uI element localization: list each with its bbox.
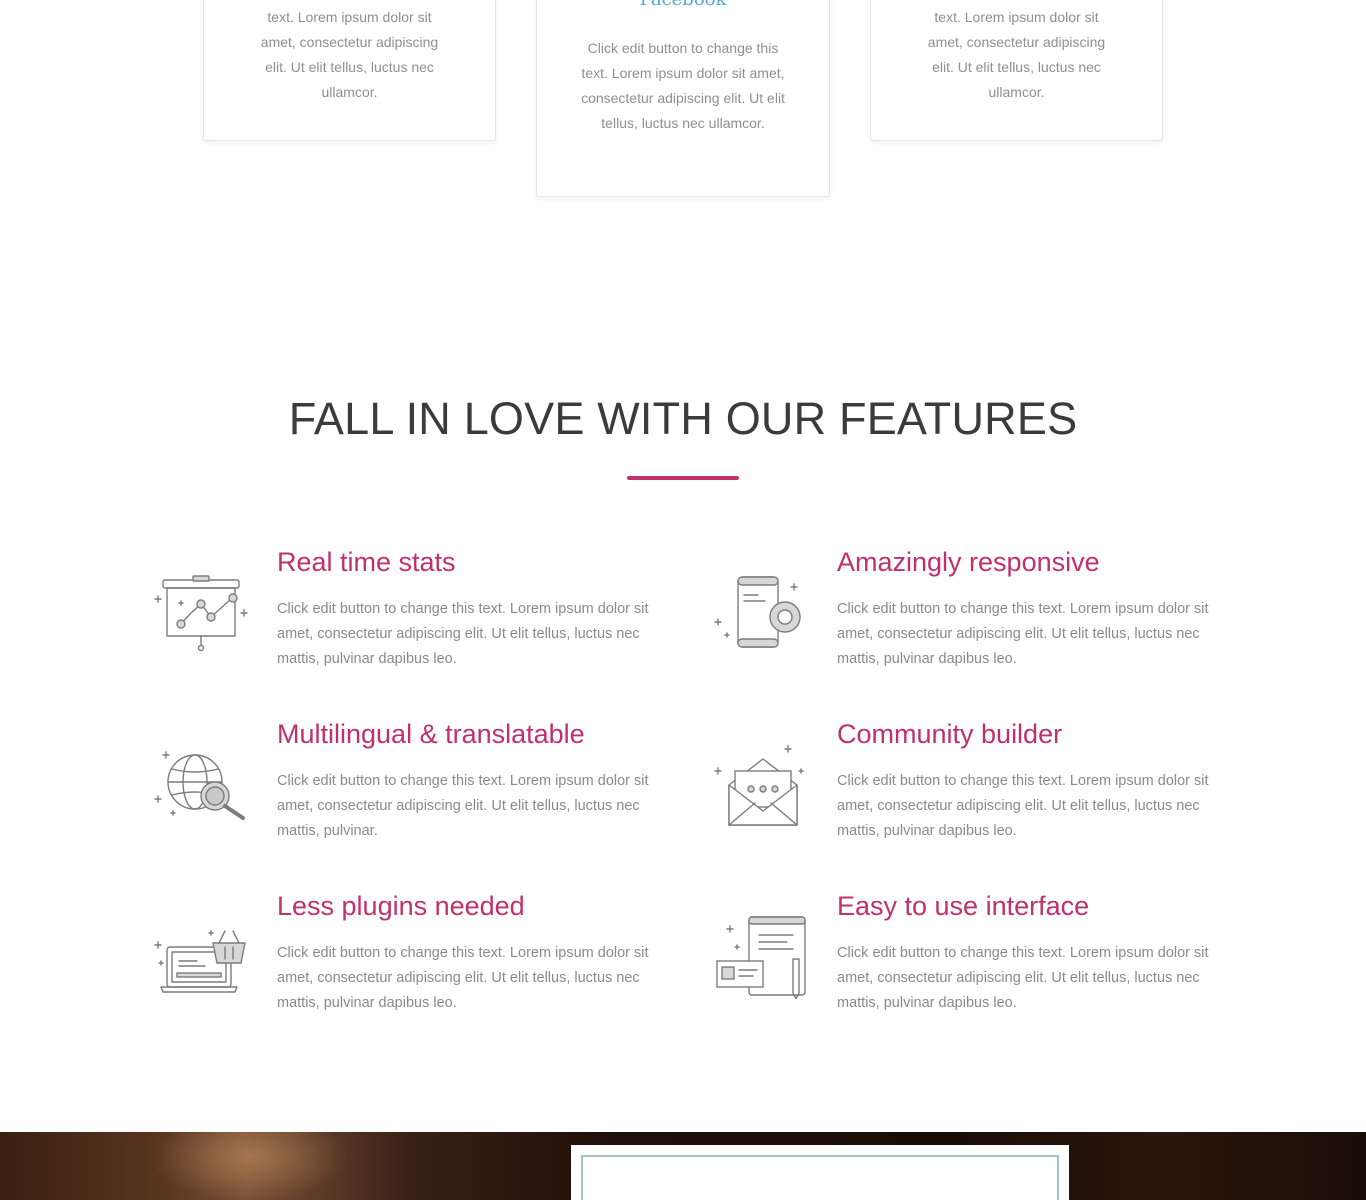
feature-title: Easy to use interface (837, 891, 1090, 921)
feature-item: Multilingual & translatable Click edit b… (153, 719, 673, 859)
presentation-chart-icon (153, 565, 253, 655)
feature-title: Real time stats (277, 547, 456, 577)
feature-item: Less plugins needed Click edit button to… (153, 891, 673, 1031)
feature-description: Click edit button to change this text. L… (837, 773, 1209, 839)
feature-description: Click edit button to change this text. L… (277, 945, 649, 1011)
heading-divider (627, 476, 739, 480)
features-heading: FALL IN LOVE WITH OUR FEATURES (288, 393, 1078, 444)
testimonial-text: text. Lorem ipsum dolor sit amet, consec… (927, 9, 1106, 100)
testimonial-card-center: Facebook Click edit button to change thi… (536, 0, 830, 197)
mobile-gear-icon (713, 565, 813, 655)
laptop-basket-icon (153, 909, 253, 999)
feature-item: Easy to use interface Click edit button … (713, 891, 1233, 1031)
next-section-background (0, 1132, 1366, 1200)
feature-description: Click edit button to change this text. L… (277, 773, 649, 839)
testimonial-card-left: text. Lorem ipsum dolor sit amet, consec… (203, 0, 496, 141)
feature-title: Amazingly responsive (837, 547, 1100, 577)
testimonial-source-title: Facebook (537, 0, 829, 10)
feature-title: Community builder (837, 719, 1063, 749)
envelope-chat-icon (713, 737, 813, 827)
content-panel-border (581, 1155, 1059, 1200)
document-card-pen-icon (713, 909, 813, 1000)
feature-description: Click edit button to change this text. L… (277, 601, 649, 667)
feature-description: Click edit button to change this text. L… (837, 601, 1209, 667)
feature-title: Multilingual & translatable (277, 719, 585, 749)
feature-item: Amazingly responsive Click edit button t… (713, 547, 1233, 687)
background-blur-light (150, 1132, 350, 1200)
globe-search-icon (153, 737, 253, 827)
feature-description: Click edit button to change this text. L… (837, 945, 1209, 1011)
testimonial-text: text. Lorem ipsum dolor sit amet, consec… (260, 9, 439, 100)
content-panel (571, 1145, 1069, 1200)
feature-item: Real time stats Click edit button to cha… (153, 547, 673, 687)
feature-title: Less plugins needed (277, 891, 525, 921)
testimonial-text: Click edit button to change this text. L… (581, 40, 785, 131)
feature-item: Community builder Click edit button to c… (713, 719, 1233, 859)
testimonial-card-right: text. Lorem ipsum dolor sit amet, consec… (870, 0, 1163, 141)
